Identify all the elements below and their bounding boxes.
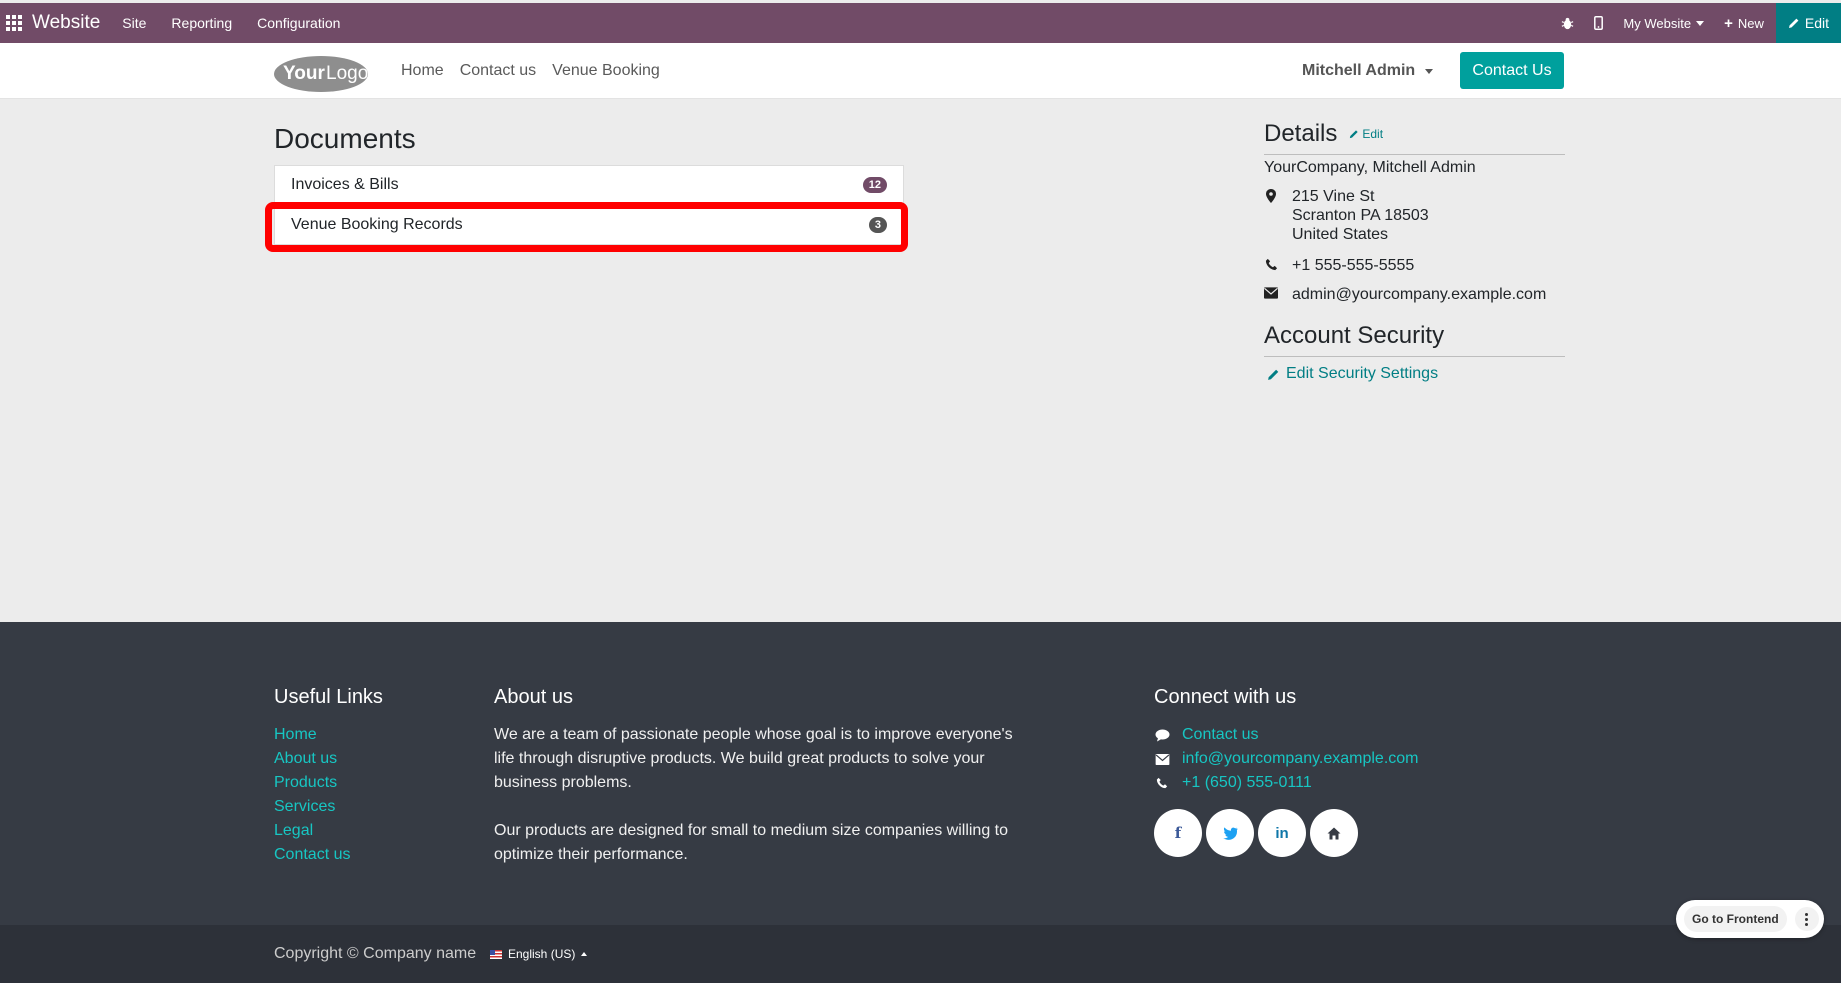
address-line: 215 Vine St — [1292, 188, 1375, 205]
footer-link-home[interactable]: Home — [274, 723, 383, 747]
connect-column: Connect with us Contact us info@yourcomp… — [1154, 686, 1419, 857]
footer: Useful Links Home About us Products Serv… — [0, 622, 1841, 925]
mobile-preview-icon[interactable] — [1594, 16, 1604, 30]
phone-text: +1 555-555-5555 — [1292, 257, 1415, 274]
address-row: 215 Vine St Scranton PA 18503 United Sta… — [1264, 187, 1565, 244]
nav-home[interactable]: Home — [401, 62, 444, 80]
footer-link-legal[interactable]: Legal — [274, 819, 383, 843]
connect-email-link[interactable]: info@yourcompany.example.com — [1182, 747, 1419, 771]
edit-button[interactable]: Edit — [1775, 3, 1841, 43]
envelope-icon — [1264, 285, 1278, 304]
home-icon[interactable] — [1310, 809, 1358, 857]
nav-contact-us[interactable]: Contact us — [460, 62, 536, 80]
nav-venue-booking[interactable]: Venue Booking — [552, 62, 660, 80]
contact-us-button[interactable]: Contact Us — [1460, 52, 1564, 89]
about-column: About us We are a team of passionate peo… — [494, 686, 1024, 867]
app-brand[interactable]: Website — [32, 12, 100, 34]
pencil-icon — [1268, 369, 1279, 380]
menu-site[interactable]: Site — [122, 15, 146, 31]
copyright-bar: Copyright © Company name English (US) — [0, 925, 1841, 983]
address-line: Scranton PA 18503 — [1292, 207, 1429, 224]
edit-security-settings-link[interactable]: Edit Security Settings — [1264, 365, 1565, 383]
language-label: English (US) — [508, 947, 576, 961]
twitter-icon[interactable] — [1206, 809, 1254, 857]
footer-link-about[interactable]: About us — [274, 747, 383, 771]
social-links: f in — [1154, 809, 1419, 857]
linkedin-icon[interactable]: in — [1258, 809, 1306, 857]
details-edit-link[interactable]: Edit — [1349, 127, 1383, 141]
address-line: United States — [1292, 226, 1389, 243]
useful-links-column: Useful Links Home About us Products Serv… — [274, 686, 383, 867]
about-paragraph: We are a team of passionate people whose… — [494, 726, 1013, 791]
phone-icon — [1264, 256, 1278, 275]
envelope-icon — [1154, 753, 1170, 765]
user-menu[interactable]: Mitchell Admin — [1302, 43, 1434, 99]
details-panel: Details Edit YourCompany, Mitchell Admin… — [1264, 120, 1565, 383]
email-text: admin@yourcompany.example.com — [1292, 286, 1547, 303]
go-to-frontend-widget: Go to Frontend — [1676, 900, 1824, 938]
phone-row: +1 555-555-5555 — [1264, 256, 1565, 275]
go-to-frontend-button[interactable]: Go to Frontend — [1684, 906, 1787, 932]
security-link-label: Edit Security Settings — [1286, 365, 1439, 382]
facebook-icon[interactable]: f — [1154, 809, 1202, 857]
my-website-label: My Website — [1623, 15, 1692, 31]
connect-phone-row[interactable]: +1 (650) 555-0111 — [1154, 771, 1419, 795]
company-logo[interactable]: Your Logo — [273, 53, 369, 93]
caret-down-icon — [1696, 20, 1705, 26]
pencil-icon — [1788, 18, 1799, 28]
copyright-text: Copyright © Company name — [274, 945, 477, 962]
about-title: About us — [494, 686, 573, 708]
highlight-box — [265, 202, 908, 252]
phone-icon — [1154, 777, 1170, 789]
footer-link-products[interactable]: Products — [274, 771, 383, 795]
about-paragraph: Our products are designed for small to m… — [494, 822, 1009, 863]
account-security-title: Account Security — [1264, 322, 1565, 357]
doc-item-label: Invoices & Bills — [291, 176, 399, 193]
debug-bug-icon[interactable] — [1561, 17, 1574, 30]
svg-text:Logo: Logo — [326, 63, 368, 84]
count-badge: 12 — [862, 177, 887, 193]
doc-item-invoices[interactable]: Invoices & Bills 12 — [274, 165, 904, 205]
pencil-icon — [1350, 130, 1359, 139]
apps-menu-icon[interactable] — [0, 3, 28, 43]
admin-navbar: Website Site Reporting Configuration My … — [0, 3, 1841, 43]
connect-email-row[interactable]: info@yourcompany.example.com — [1154, 747, 1419, 771]
website-header: Your Logo Home Contact us Venue Booking … — [0, 43, 1841, 99]
connect-contact-row[interactable]: Contact us — [1154, 723, 1419, 747]
connect-contact-link[interactable]: Contact us — [1182, 723, 1258, 747]
caret-down-icon — [1425, 68, 1434, 74]
menu-configuration[interactable]: Configuration — [257, 15, 340, 31]
company-name: YourCompany, Mitchell Admin — [1264, 159, 1476, 176]
edit-label: Edit — [1804, 15, 1829, 31]
more-options-icon[interactable] — [1794, 907, 1819, 931]
plus-icon: + — [1724, 14, 1733, 32]
useful-links-title: Useful Links — [274, 686, 383, 708]
new-label: New — [1737, 15, 1764, 31]
main-nav: Home Contact us Venue Booking — [401, 43, 676, 99]
footer-link-contact[interactable]: Contact us — [274, 843, 383, 867]
new-button[interactable]: + New — [1724, 15, 1764, 32]
footer-link-services[interactable]: Services — [274, 795, 383, 819]
user-name: Mitchell Admin — [1302, 62, 1416, 79]
details-title: Details — [1264, 120, 1338, 147]
connect-phone-link[interactable]: +1 (650) 555-0111 — [1182, 771, 1312, 795]
us-flag-icon — [490, 949, 502, 959]
email-row: admin@yourcompany.example.com — [1264, 285, 1565, 304]
details-header: Details Edit — [1264, 120, 1565, 155]
edit-label: Edit — [1362, 127, 1384, 141]
svg-text:Your: Your — [283, 63, 325, 84]
connect-title: Connect with us — [1154, 686, 1297, 708]
map-marker-icon — [1264, 187, 1278, 244]
my-website-dropdown[interactable]: My Website — [1623, 15, 1705, 31]
menu-reporting[interactable]: Reporting — [171, 15, 232, 31]
caret-up-icon — [581, 952, 588, 956]
documents-title: Documents — [274, 123, 416, 154]
comment-icon — [1154, 729, 1170, 742]
language-selector[interactable]: English (US) — [490, 947, 588, 961]
